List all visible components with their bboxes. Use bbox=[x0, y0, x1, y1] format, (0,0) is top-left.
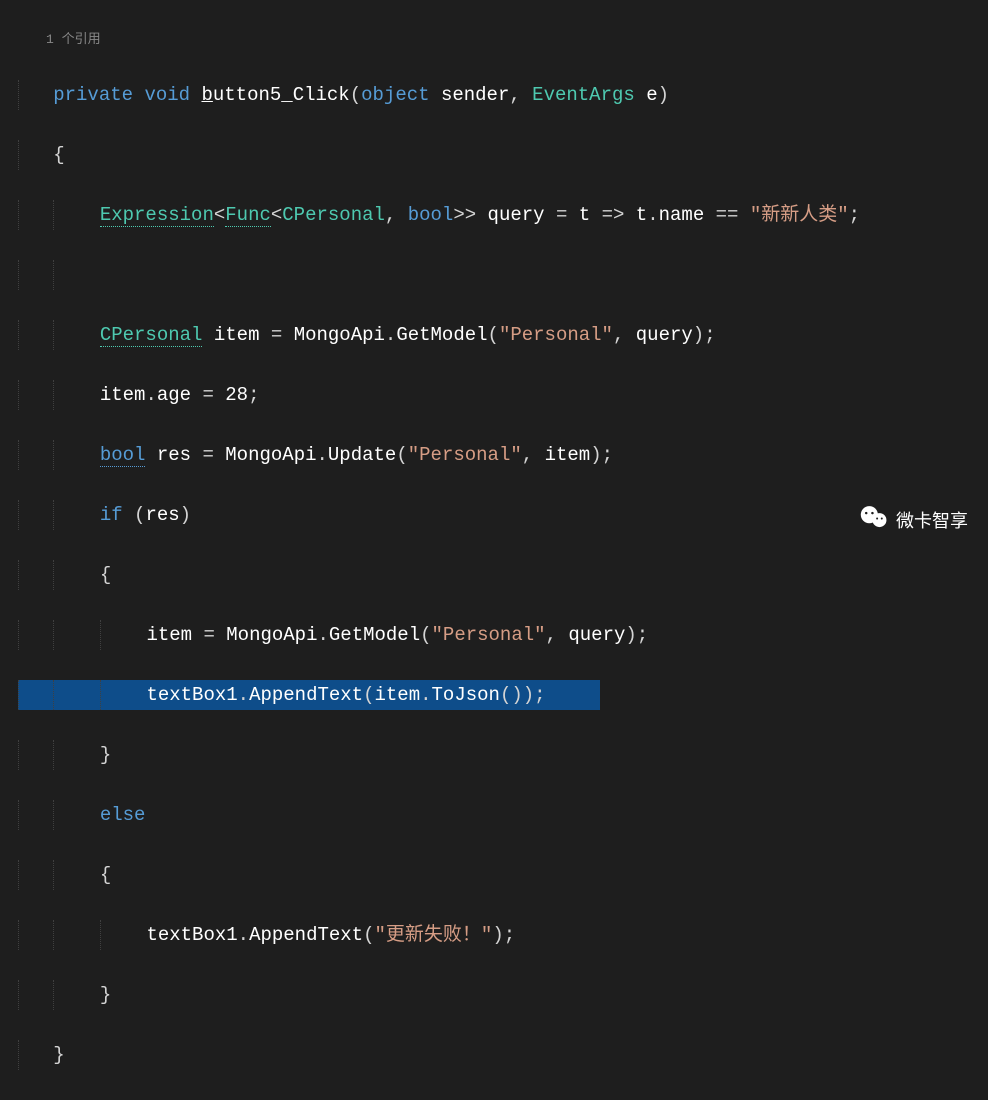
code-line[interactable]: } bbox=[18, 1040, 988, 1070]
variable: textBox1 bbox=[146, 684, 237, 706]
code-line[interactable]: { bbox=[18, 560, 988, 590]
variable: textBox1 bbox=[146, 924, 237, 946]
variable: item bbox=[146, 624, 192, 646]
wechat-icon bbox=[860, 505, 888, 534]
string-literal: "Personal" bbox=[408, 444, 522, 466]
variable: item bbox=[375, 684, 421, 706]
type: MongoApi bbox=[226, 624, 317, 646]
type: Func bbox=[225, 204, 271, 227]
number: 28 bbox=[225, 384, 248, 406]
keyword: object bbox=[361, 84, 429, 106]
variable: query bbox=[568, 624, 625, 646]
method-call: AppendText bbox=[249, 684, 363, 706]
parameter: sender bbox=[441, 84, 509, 106]
code-line[interactable]: else bbox=[18, 800, 988, 830]
method-call: AppendText bbox=[249, 924, 363, 946]
code-line[interactable]: item = MongoApi.GetModel("Personal", que… bbox=[18, 620, 988, 650]
property: name bbox=[659, 204, 705, 226]
variable: res bbox=[157, 444, 191, 466]
keyword: void bbox=[144, 84, 190, 106]
code-line[interactable]: Expression<Func<CPersonal, bool>> query … bbox=[18, 200, 988, 230]
parameter: e bbox=[646, 84, 657, 106]
keyword: if bbox=[100, 504, 123, 526]
string-literal: "Personal" bbox=[432, 624, 546, 646]
code-line[interactable]: textBox1.AppendText("更新失败！"); bbox=[18, 920, 988, 950]
type: EventArgs bbox=[532, 84, 635, 106]
variable: query bbox=[488, 204, 545, 226]
type: CPersonal bbox=[100, 324, 203, 347]
variable: query bbox=[636, 324, 693, 346]
property: age bbox=[157, 384, 191, 406]
string-literal: "更新失败！" bbox=[375, 924, 493, 946]
variable: t bbox=[636, 204, 647, 226]
watermark-text: 微卡智享 bbox=[896, 507, 968, 533]
method-call: GetModel bbox=[396, 324, 487, 346]
string-literal: "新新人类" bbox=[750, 204, 849, 226]
code-line-selected[interactable]: textBox1.AppendText(item.ToJson()); bbox=[18, 680, 988, 710]
variable: res bbox=[145, 504, 179, 526]
type: CPersonal bbox=[282, 204, 385, 226]
variable: item bbox=[214, 324, 260, 346]
code-editor[interactable]: 1 个引用 private void button5_Click(object … bbox=[0, 0, 988, 1100]
keyword: bool bbox=[100, 444, 146, 467]
variable: t bbox=[579, 204, 590, 226]
type: Expression bbox=[100, 204, 214, 227]
code-line[interactable]: if (res) bbox=[18, 500, 988, 530]
code-line[interactable]: } bbox=[18, 980, 988, 1010]
code-line[interactable]: CPersonal item = MongoApi.GetModel("Pers… bbox=[18, 320, 988, 350]
keyword: else bbox=[100, 804, 146, 826]
codelens-references[interactable]: 1 个引用 bbox=[18, 30, 988, 50]
string-literal: "Personal" bbox=[499, 324, 613, 346]
method-call: GetModel bbox=[329, 624, 420, 646]
code-line[interactable]: { bbox=[18, 860, 988, 890]
code-line[interactable]: } bbox=[18, 740, 988, 770]
type: MongoApi bbox=[225, 444, 316, 466]
method-name: button5_Click bbox=[201, 84, 349, 106]
type: MongoApi bbox=[294, 324, 385, 346]
variable: item bbox=[545, 444, 591, 466]
method-call: Update bbox=[328, 444, 396, 466]
variable: item bbox=[100, 384, 146, 406]
code-line[interactable] bbox=[18, 260, 988, 290]
method-call: ToJson bbox=[432, 684, 500, 706]
code-line[interactable]: private void button5_Click(object sender… bbox=[18, 80, 988, 110]
keyword: bool bbox=[408, 204, 454, 226]
code-line[interactable]: { bbox=[18, 140, 988, 170]
code-line[interactable]: bool res = MongoApi.Update("Personal", i… bbox=[18, 440, 988, 470]
keyword: private bbox=[53, 84, 133, 106]
code-line[interactable]: item.age = 28; bbox=[18, 380, 988, 410]
watermark: 微卡智享 bbox=[860, 505, 968, 534]
